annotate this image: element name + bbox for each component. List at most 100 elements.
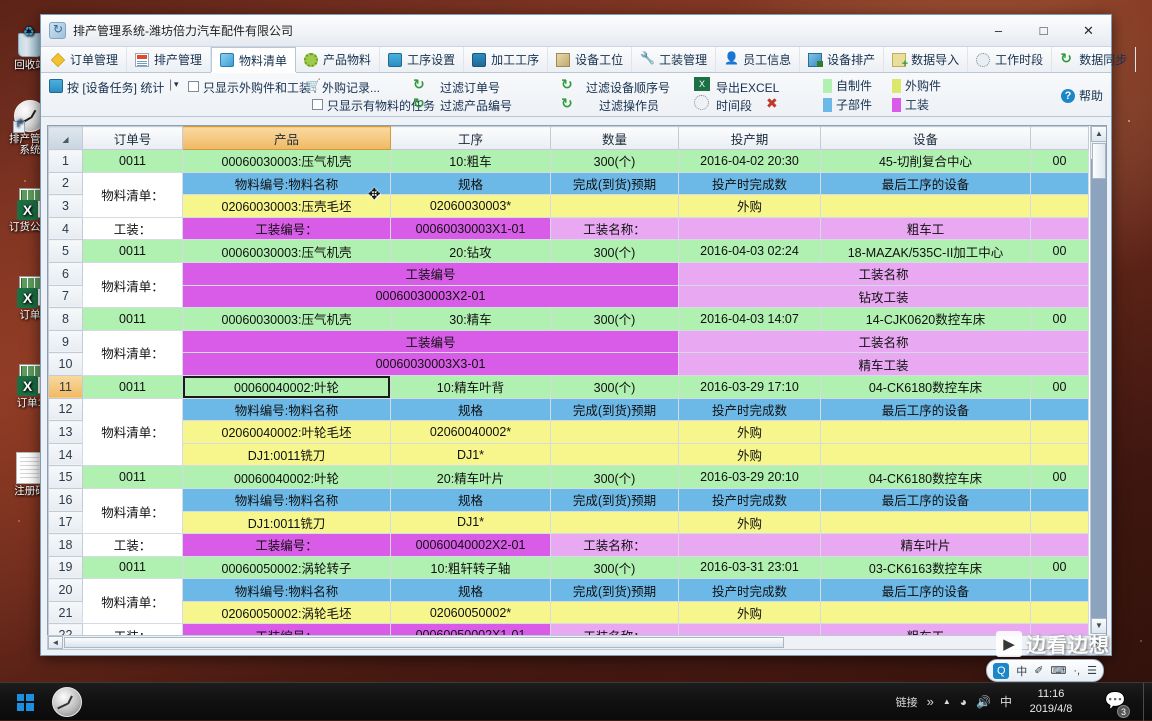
ime-menu-icon[interactable]: ☰ bbox=[1087, 664, 1097, 677]
task-cell[interactable]: 00 bbox=[1031, 466, 1089, 489]
export-excel-button[interactable]: 导出EXCEL bbox=[716, 79, 779, 96]
task-cell[interactable]: 2016-03-29 20:10 bbox=[679, 466, 821, 489]
bom-header-cell[interactable]: 投产时完成数 bbox=[679, 579, 821, 602]
table-row[interactable]: 302060030003:压壳毛坯02060030003*外购 bbox=[49, 195, 1089, 218]
task-cell[interactable]: 2016-04-03 02:24 bbox=[679, 240, 821, 263]
bom-cell[interactable]: 02060040002* bbox=[391, 421, 551, 444]
tooling-cell[interactable]: 00060030003X1-01 bbox=[391, 217, 551, 240]
row-number[interactable]: 15 bbox=[49, 466, 83, 489]
scroll-up-button[interactable]: ▲ bbox=[1091, 126, 1107, 142]
task-cell[interactable]: 300(个) bbox=[551, 556, 679, 579]
refresh-order-filter-icon[interactable]: ↻ bbox=[413, 76, 425, 93]
bom-header-cell[interactable]: 最后工序的设备 bbox=[821, 488, 1031, 511]
bom-cell[interactable]: 02060030003* bbox=[391, 195, 551, 218]
task-cell[interactable]: 45-切削复合中心 bbox=[821, 150, 1031, 173]
tooling-cell[interactable]: 工装编号： bbox=[183, 217, 391, 240]
bom-header-cell[interactable]: 投产时完成数 bbox=[679, 172, 821, 195]
bom-header-cell[interactable]: 最后工序的设备 bbox=[821, 172, 1031, 195]
refresh-device-filter-icon[interactable]: ↻ bbox=[561, 76, 573, 93]
bom-header-cell[interactable] bbox=[1031, 172, 1089, 195]
row-number[interactable]: 10 bbox=[49, 353, 83, 376]
table-row[interactable]: 17DJ1:0011铣刀DJ1*外购 bbox=[49, 511, 1089, 534]
tooling-cell[interactable]: 精车叶片 bbox=[821, 534, 1031, 557]
task-cell[interactable]: 10:粗车 bbox=[391, 150, 551, 173]
task-cell[interactable]: 00060040002:叶轮 bbox=[183, 375, 391, 398]
task-cell[interactable]: 2016-04-02 20:30 bbox=[679, 150, 821, 173]
task-cell[interactable]: 00 bbox=[1031, 556, 1089, 579]
task-cell[interactable]: 14-CJK0620数控车床 bbox=[821, 308, 1031, 331]
ime-pen-icon[interactable]: ✐ bbox=[1034, 664, 1043, 677]
ime-floating-bar[interactable]: Q 中 ✐ ⌨ ·, ☰ bbox=[986, 659, 1104, 682]
scroll-down-button[interactable]: ▼ bbox=[1091, 618, 1107, 634]
hscroll-thumb[interactable] bbox=[64, 637, 784, 648]
bom-cell[interactable]: 02060030003:压壳毛坯 bbox=[183, 195, 391, 218]
bom-cell[interactable] bbox=[1031, 195, 1089, 218]
task-cell[interactable]: 03-CK6163数控车床 bbox=[821, 556, 1031, 579]
task-cell[interactable]: 0011 bbox=[83, 466, 183, 489]
bom-header-cell[interactable]: 规格 bbox=[391, 579, 551, 602]
help-button[interactable]: ? 帮助 bbox=[1061, 87, 1103, 104]
row-number[interactable]: 7 bbox=[49, 285, 83, 308]
bom-cell[interactable] bbox=[551, 443, 679, 466]
tab-machining-process[interactable]: 加工工序 bbox=[464, 47, 548, 72]
grid-corner-header[interactable]: ◢ bbox=[49, 127, 83, 150]
task-cell[interactable]: 0011 bbox=[83, 375, 183, 398]
bom-cell[interactable] bbox=[1031, 511, 1089, 534]
task-cell[interactable]: 00 bbox=[1031, 150, 1089, 173]
col-header-order-no[interactable]: 订单号 bbox=[83, 127, 183, 150]
bom-header-cell[interactable]: 完成(到货)预期 bbox=[551, 398, 679, 421]
row-number[interactable]: 18 bbox=[49, 534, 83, 557]
task-cell[interactable]: 04-CK6180数控车床 bbox=[821, 375, 1031, 398]
col-header-start-date[interactable]: 投产期 bbox=[679, 127, 821, 150]
table-row[interactable]: 8001100060030003:压气机壳30:精车300(个)2016-04-… bbox=[49, 308, 1089, 331]
bom-cell[interactable]: 外购 bbox=[679, 195, 821, 218]
row-number[interactable]: 12 bbox=[49, 398, 83, 421]
bom-header-cell[interactable]: 投产时完成数 bbox=[679, 488, 821, 511]
filter-operator-button[interactable]: 过滤操作员 bbox=[599, 97, 659, 114]
scrollbar-thumb[interactable] bbox=[1092, 143, 1106, 179]
filter-order-no-button[interactable]: 过滤订单号 bbox=[440, 79, 500, 96]
show-desktop-button[interactable] bbox=[1143, 683, 1152, 721]
task-cell[interactable]: 00060040002:叶轮 bbox=[183, 466, 391, 489]
tab-process-setup[interactable]: 工序设置 bbox=[380, 47, 464, 72]
bom-cell[interactable]: 外购 bbox=[679, 421, 821, 444]
row-number[interactable]: 19 bbox=[49, 556, 83, 579]
bom-header-cell[interactable]: 规格 bbox=[391, 172, 551, 195]
task-cell[interactable]: 00060050002:涡轮转子 bbox=[183, 556, 391, 579]
task-cell[interactable]: 2016-04-03 14:07 bbox=[679, 308, 821, 331]
tray-overflow-icon[interactable]: » bbox=[927, 694, 934, 709]
row-number[interactable]: 6 bbox=[49, 262, 83, 285]
bom-cell[interactable]: 02060040002:叶轮毛坯 bbox=[183, 421, 391, 444]
bom-cell[interactable]: DJ1* bbox=[391, 443, 551, 466]
wifi-icon[interactable]: ◕ bbox=[960, 695, 967, 709]
only-outsourced-and-tooling-label[interactable]: 只显示外购件和工装 bbox=[203, 79, 311, 96]
refresh-product-filter-icon[interactable]: ↻ bbox=[413, 95, 425, 112]
tooling-cell[interactable]: 工装编号： bbox=[183, 534, 391, 557]
bom-cell[interactable]: 外购 bbox=[679, 601, 821, 624]
task-cell[interactable]: 20:精车叶片 bbox=[391, 466, 551, 489]
ime-mode-chinese[interactable]: 中 bbox=[1016, 663, 1027, 679]
row-number[interactable]: 14 bbox=[49, 443, 83, 466]
bom-header-cell[interactable]: 完成(到货)预期 bbox=[551, 488, 679, 511]
only-outsourced-and-tooling-checkbox[interactable] bbox=[188, 81, 199, 92]
task-cell[interactable]: 2016-03-29 17:10 bbox=[679, 375, 821, 398]
table-row[interactable]: 9物料清单：工装编号工装名称 bbox=[49, 330, 1089, 353]
col-header-process[interactable]: 工序 bbox=[391, 127, 551, 150]
tab-data-sync[interactable]: 数据同步 bbox=[1052, 47, 1136, 72]
task-cell[interactable]: 2016-03-31 23:01 bbox=[679, 556, 821, 579]
tooling-cell[interactable] bbox=[1031, 217, 1089, 240]
tab-data-import[interactable]: 数据导入 bbox=[884, 47, 968, 72]
bom-cell[interactable] bbox=[821, 601, 1031, 624]
task-cell[interactable]: 30:精车 bbox=[391, 308, 551, 331]
bom-header-cell[interactable]: 物料编号:物料名称 bbox=[183, 172, 391, 195]
taskbar-item-production-system[interactable] bbox=[52, 687, 82, 717]
table-row[interactable]: 18工装：工装编号：00060040002X2-01工装名称：精车叶片 bbox=[49, 534, 1089, 557]
task-cell[interactable]: 00060030003:压气机壳 bbox=[183, 150, 391, 173]
bom-header-cell[interactable]: 物料编号:物料名称 bbox=[183, 488, 391, 511]
tab-work-period[interactable]: 工作时段 bbox=[968, 47, 1052, 72]
tooling-code-header[interactable]: 工装编号 bbox=[183, 330, 679, 353]
start-button[interactable] bbox=[6, 689, 44, 715]
col-header-product[interactable]: 产品 bbox=[183, 127, 391, 150]
table-row[interactable]: 12物料清单：物料编号:物料名称规格完成(到货)预期投产时完成数最后工序的设备 bbox=[49, 398, 1089, 421]
bom-cell[interactable] bbox=[1031, 601, 1089, 624]
